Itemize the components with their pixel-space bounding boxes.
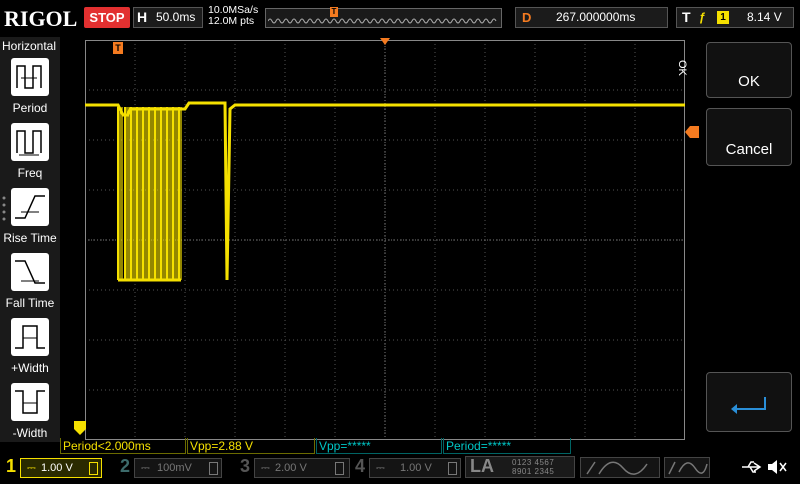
- acquisition-info: 10.0MSa/s 12.0M pts: [208, 5, 258, 27]
- brand-logo: RIGOL: [4, 6, 78, 31]
- delay-box[interactable]: D 267.000000ms: [515, 7, 668, 28]
- delay-value: 267.000000ms: [556, 10, 636, 24]
- menu-label: -Width: [12, 426, 48, 440]
- timebase-box[interactable]: H 50.0ms: [133, 7, 203, 28]
- period-icon: [11, 58, 49, 96]
- dc-coupling-icon: ⎓: [27, 462, 36, 474]
- logic-channels-row-1: 0123 4567: [512, 458, 555, 467]
- menu-label: Freq: [17, 166, 43, 180]
- channel-2-number[interactable]: 2: [120, 456, 130, 477]
- sine-wave-icon: [586, 461, 648, 475]
- impedance-icon: [448, 462, 457, 475]
- usb-icon: [742, 461, 762, 473]
- sound-muted-icon[interactable]: [766, 459, 788, 475]
- menu-item-fall-time[interactable]: Fall Time: [0, 253, 60, 317]
- cancel-button[interactable]: Cancel: [706, 108, 792, 166]
- logic-analyzer-label: LA: [470, 456, 494, 476]
- measurement-4[interactable]: Period=*****: [443, 438, 571, 454]
- delay-key: D: [522, 10, 532, 25]
- memory-overview-waveform: [268, 18, 497, 24]
- impedance-icon: [209, 462, 218, 475]
- menu-item-period[interactable]: Period: [0, 58, 60, 122]
- trigger-key: T: [682, 9, 691, 25]
- trigger-level-pointer-icon: [685, 126, 699, 138]
- menu-item-freq[interactable]: Freq: [0, 123, 60, 187]
- ok-side-label: OK: [676, 60, 688, 76]
- channel-2-scale-box[interactable]: ⎓ 100mV: [134, 458, 222, 478]
- trigger-edge-icon: ƒ: [699, 10, 706, 24]
- generator-1-box[interactable]: [580, 457, 660, 478]
- dc-coupling-icon: ⎓: [141, 462, 150, 474]
- channel-3-number[interactable]: 3: [240, 456, 250, 477]
- menu-item-positive-width[interactable]: +Width: [0, 318, 60, 382]
- dc-coupling-icon: ⎓: [376, 462, 385, 474]
- channel-4-scale: 1.00 V: [400, 462, 432, 474]
- channel-1-number[interactable]: 1: [6, 456, 16, 477]
- trigger-position-marker: T: [113, 42, 123, 54]
- measurement-2[interactable]: Vpp=2.88 V: [187, 438, 315, 454]
- ok-button[interactable]: OK: [706, 42, 792, 98]
- cancel-label: Cancel: [725, 141, 773, 158]
- horizontal-trigger-pointer-icon: [380, 38, 390, 45]
- horizontal-key: H: [137, 9, 148, 25]
- menu-label: Period: [12, 101, 48, 115]
- channel-1-scale-box[interactable]: ⎓ 1.00 V: [20, 458, 102, 478]
- channel-3-scale: 2.00 V: [275, 462, 307, 474]
- memory-depth: 12.0M pts: [208, 15, 255, 27]
- measurement-1[interactable]: Period<2.000ms: [60, 438, 186, 454]
- waveform-display[interactable]: [85, 40, 685, 440]
- trigger-source: 1: [717, 11, 729, 24]
- channel-3-scale-box[interactable]: ⎓ 2.00 V: [254, 458, 350, 478]
- channel-2-scale: 100mV: [157, 462, 192, 474]
- menu-title: Horizontal: [2, 39, 57, 53]
- channel-4-scale-box[interactable]: ⎓ 1.00 V: [369, 458, 461, 478]
- channel-4-number[interactable]: 4: [355, 456, 365, 477]
- generator-2-box[interactable]: [664, 457, 710, 478]
- dc-coupling-icon: ⎓: [261, 462, 270, 474]
- timebase-value: 50.0ms: [156, 10, 196, 24]
- menu-label: +Width: [11, 361, 49, 375]
- impedance-icon: [335, 462, 344, 475]
- trigger-box[interactable]: T ƒ 1 8.14 V: [676, 7, 794, 28]
- impedance-icon: [89, 462, 98, 475]
- measurement-3[interactable]: Vpp=*****: [316, 438, 442, 454]
- trigger-level: 8.14 V: [747, 10, 782, 24]
- menu-item-rise-time[interactable]: Rise Time: [0, 188, 60, 252]
- menu-item-negative-width[interactable]: -Width: [0, 383, 60, 447]
- negative-width-icon: [11, 383, 49, 421]
- memory-trigger-marker: T: [330, 7, 338, 17]
- fall-time-icon: [11, 253, 49, 291]
- positive-width-icon: [11, 318, 49, 356]
- return-arrow-icon: [731, 397, 766, 414]
- logic-channels-row-2: 8901 2345: [512, 467, 555, 476]
- sine-wave-icon: [668, 461, 708, 475]
- menu-label: Rise Time: [3, 231, 57, 245]
- ok-label: OK: [738, 73, 760, 90]
- channel-1-scale: 1.00 V: [41, 462, 73, 474]
- return-button[interactable]: [706, 372, 792, 432]
- menu-label: Fall Time: [5, 296, 55, 310]
- rise-time-icon: [11, 188, 49, 226]
- logic-channel-grid: 0123 4567 8901 2345: [512, 458, 574, 476]
- freq-icon: [11, 123, 49, 161]
- run-stop-status[interactable]: STOP: [84, 7, 130, 28]
- channel-1-offset-marker-icon: [74, 421, 86, 435]
